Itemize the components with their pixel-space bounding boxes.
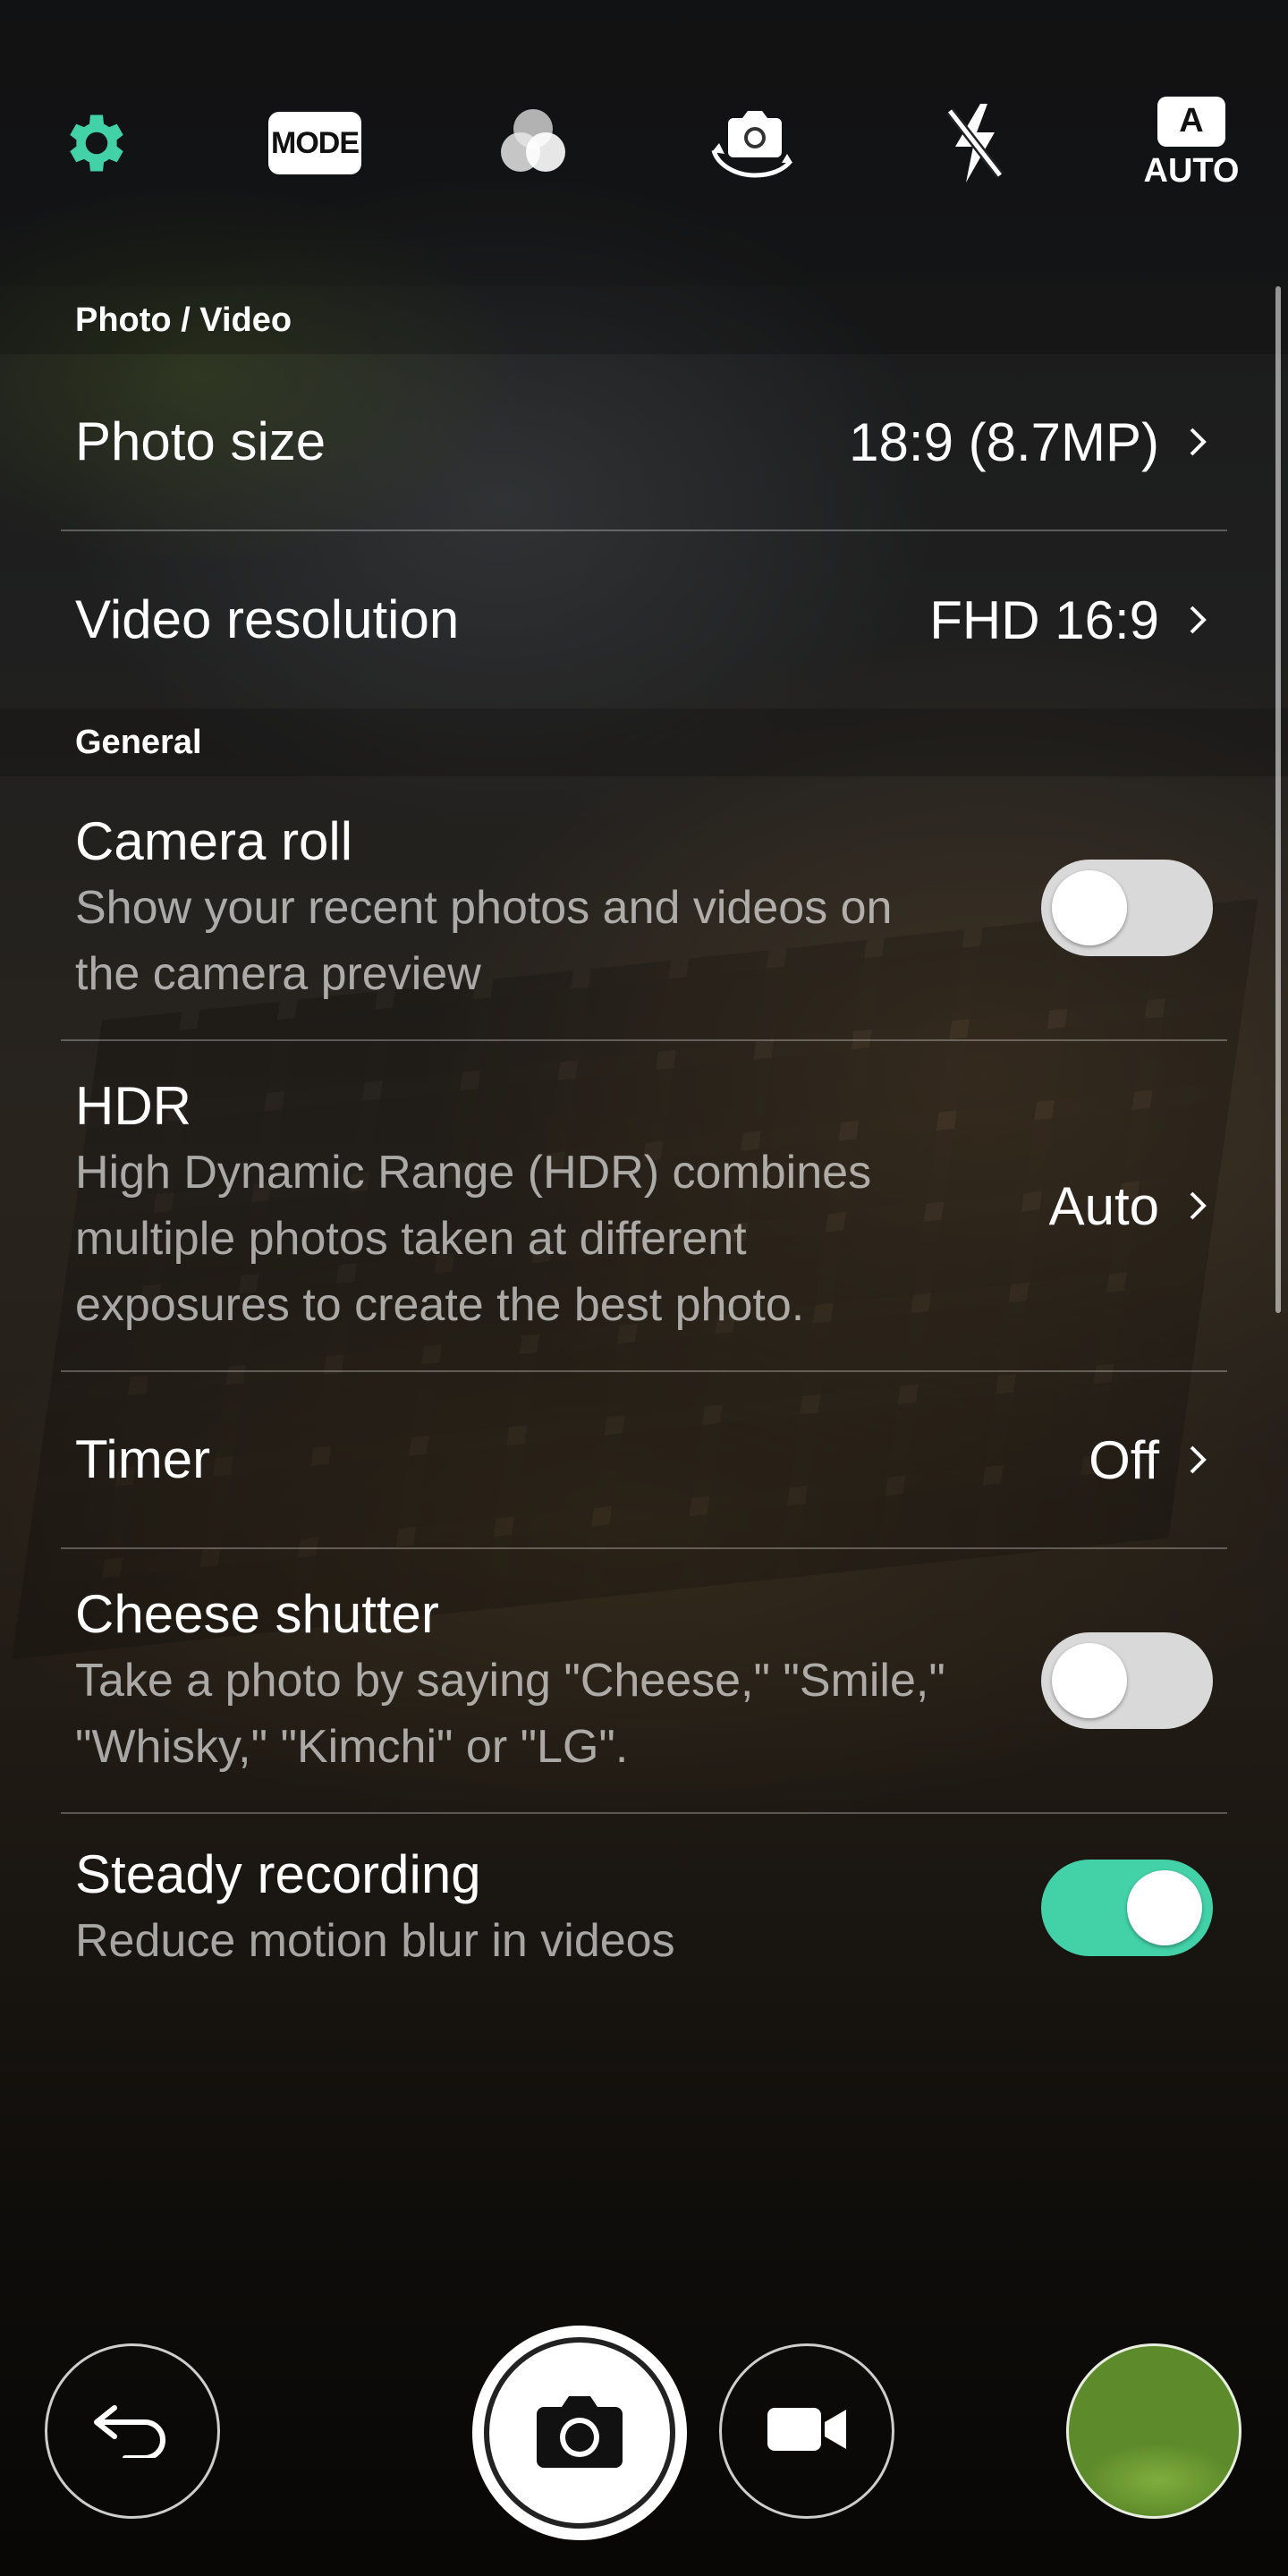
section-header-photo-video: Photo / Video bbox=[0, 286, 1288, 354]
setting-title: Camera roll bbox=[75, 811, 353, 871]
toggle-knob bbox=[1052, 870, 1127, 945]
gallery-thumbnail[interactable] bbox=[1066, 2343, 1241, 2519]
switch-camera-icon[interactable] bbox=[698, 89, 805, 197]
setting-hdr[interactable]: HDR High Dynamic Range (HDR) combines mu… bbox=[61, 1041, 1227, 1372]
setting-description: the camera preview bbox=[75, 948, 481, 1000]
bottom-controls bbox=[0, 2004, 1288, 2576]
setting-camera-roll[interactable]: Camera roll Show your recent photos and … bbox=[61, 776, 1227, 1041]
back-arrow-icon bbox=[89, 2401, 175, 2462]
steady-recording-toggle[interactable] bbox=[1041, 1860, 1213, 1956]
setting-title: HDR bbox=[75, 1076, 191, 1136]
camera-roll-toggle[interactable] bbox=[1041, 860, 1213, 956]
toggle-knob bbox=[1127, 1870, 1202, 1945]
setting-description: Show your recent photos and videos on bbox=[75, 882, 893, 934]
setting-description: exposures to create the best photo. bbox=[75, 1279, 805, 1331]
setting-description: High Dynamic Range (HDR) combines bbox=[75, 1147, 872, 1199]
setting-title: Timer bbox=[75, 1429, 211, 1489]
setting-description: Take a photo by saying "Cheese," "Smile,… bbox=[75, 1655, 945, 1707]
setting-video-resolution[interactable]: Video resolution FHD 16:9 bbox=[61, 531, 1227, 708]
back-button[interactable] bbox=[45, 2343, 220, 2519]
settings-gear-icon[interactable] bbox=[43, 89, 150, 197]
settings-scrollbar[interactable] bbox=[1275, 286, 1281, 1313]
setting-timer[interactable]: Timer Off bbox=[61, 1372, 1227, 1549]
video-camera-icon bbox=[764, 2401, 850, 2462]
chevron-right-icon bbox=[1182, 1191, 1213, 1221]
toggle-knob bbox=[1052, 1643, 1127, 1718]
video-record-button[interactable] bbox=[719, 2343, 894, 2519]
chevron-right-icon bbox=[1182, 427, 1213, 457]
chevron-right-icon bbox=[1182, 1445, 1213, 1475]
section-header-general: General bbox=[0, 708, 1288, 776]
camera-shutter-icon bbox=[533, 2391, 626, 2476]
setting-steady-recording[interactable]: Steady recording Reduce motion blur in v… bbox=[61, 1814, 1227, 2002]
setting-title: Photo size bbox=[75, 411, 326, 471]
auto-mode-icon[interactable]: A AUTO bbox=[1138, 89, 1245, 197]
setting-description: "Whisky," "Kimchi" or "LG". bbox=[75, 1721, 629, 1773]
flash-off-icon[interactable] bbox=[921, 89, 1029, 197]
setting-title: Steady recording bbox=[75, 1844, 481, 1904]
setting-photo-size[interactable]: Photo size 18:9 (8.7MP) bbox=[61, 354, 1227, 531]
auto-badge: A bbox=[1157, 96, 1225, 147]
shutter-button[interactable] bbox=[472, 2326, 687, 2540]
setting-value: 18:9 (8.7MP) bbox=[849, 411, 1159, 472]
setting-description: Reduce motion blur in videos bbox=[75, 1915, 675, 1967]
setting-title: Video resolution bbox=[75, 589, 460, 649]
filter-icon[interactable] bbox=[479, 89, 587, 197]
chevron-right-icon bbox=[1182, 605, 1213, 635]
setting-value: Off bbox=[1089, 1429, 1159, 1490]
setting-cheese-shutter[interactable]: Cheese shutter Take a photo by saying "C… bbox=[61, 1549, 1227, 1814]
setting-title: Cheese shutter bbox=[75, 1584, 439, 1644]
mode-icon[interactable]: MODE bbox=[261, 89, 369, 197]
settings-panel: Photo / Video Photo size 18:9 (8.7MP) Vi… bbox=[0, 286, 1288, 2004]
setting-value: FHD 16:9 bbox=[929, 589, 1159, 650]
mode-label: MODE bbox=[268, 112, 361, 174]
top-toolbar: MODE A AUTO bbox=[0, 0, 1288, 286]
auto-label: AUTO bbox=[1143, 151, 1240, 190]
setting-value: Auto bbox=[1048, 1175, 1159, 1236]
setting-description: multiple photos taken at different bbox=[75, 1213, 747, 1265]
cheese-shutter-toggle[interactable] bbox=[1041, 1632, 1213, 1729]
